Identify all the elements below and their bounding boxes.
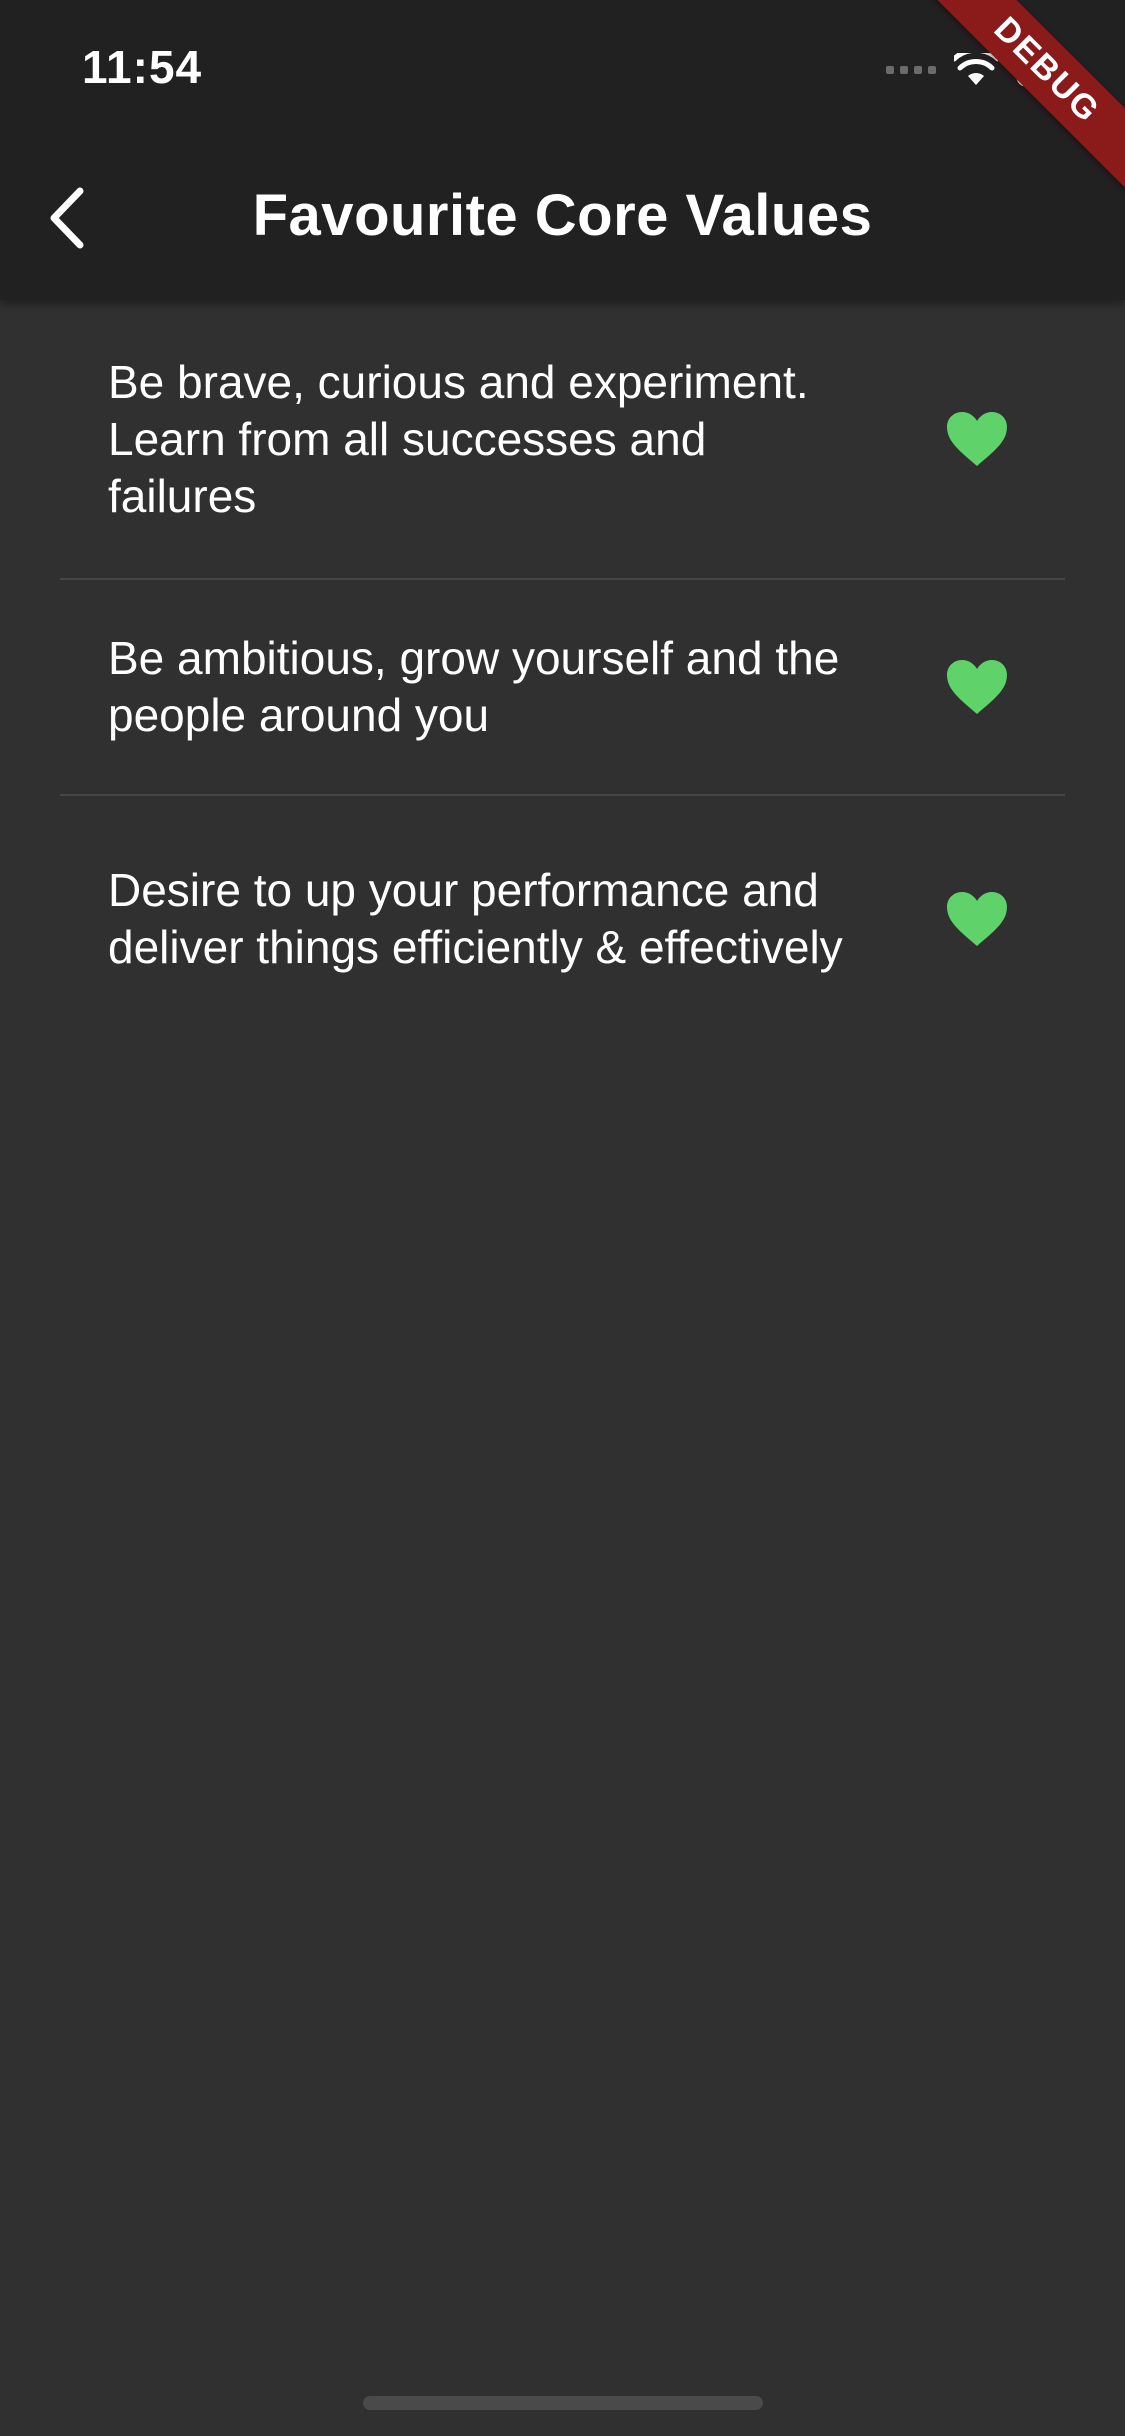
heart-icon[interactable] <box>945 658 1009 716</box>
core-value-text: Desire to up your performance and delive… <box>108 864 843 973</box>
cellular-signal-icon <box>886 66 936 74</box>
page-title: Favourite Core Values <box>252 183 873 248</box>
list-item[interactable]: Be ambitious, grow yourself and the peop… <box>60 580 1065 796</box>
list-item[interactable]: Desire to up your performance and delive… <box>60 796 1065 1042</box>
heart-icon[interactable] <box>945 890 1009 948</box>
core-value-text: Be brave, curious and experiment. Learn … <box>108 355 809 522</box>
home-indicator[interactable] <box>363 2396 763 2410</box>
list-item[interactable]: Be brave, curious and experiment. Learn … <box>60 300 1065 580</box>
core-values-list: Be brave, curious and experiment. Learn … <box>60 300 1065 1042</box>
screen: 11:54 Favourite Core Values DEBUG Be bra… <box>0 0 1125 2436</box>
status-time: 11:54 <box>82 41 203 93</box>
wifi-icon <box>954 53 998 87</box>
app-bar: 11:54 Favourite Core Values <box>0 0 1125 300</box>
core-value-text: Be ambitious, grow yourself and the peop… <box>108 632 840 741</box>
heart-icon[interactable] <box>945 410 1009 468</box>
